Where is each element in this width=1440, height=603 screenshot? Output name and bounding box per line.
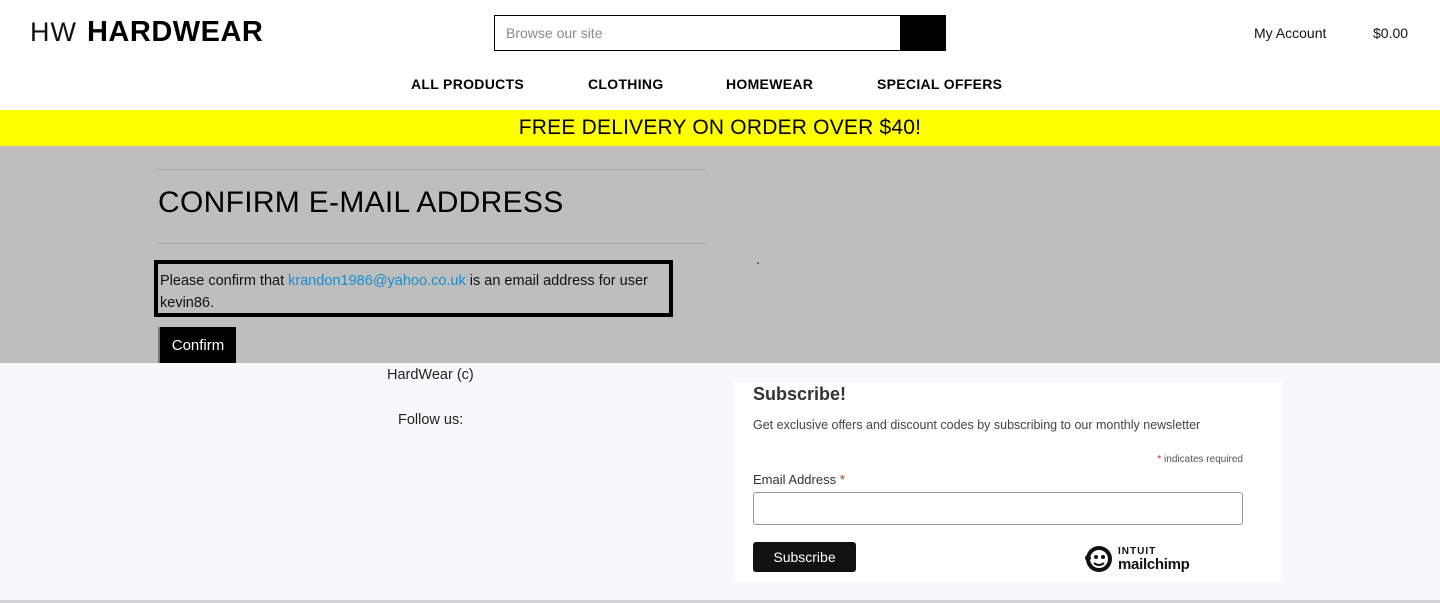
site-header: HW HARDWEAR My Account $0.00 ALL PRODUCT… <box>0 0 1440 110</box>
cart-total-link[interactable]: $0.00 <box>1373 25 1408 41</box>
logo-mark: HW <box>30 17 77 47</box>
nav-item-clothing[interactable]: CLOTHING <box>588 76 664 92</box>
copyright-text: HardWear (c) <box>387 367 474 383</box>
page-title: CONFIRM E-MAIL ADDRESS <box>158 186 564 219</box>
required-note-text: indicates required <box>1161 454 1243 465</box>
subscribe-button[interactable]: Subscribe <box>753 542 856 572</box>
email-label: Email Address * <box>753 472 845 487</box>
email-link[interactable]: krandon1986@yahoo.co.uk <box>288 273 466 289</box>
search-button[interactable] <box>900 15 946 51</box>
mailchimp-icon <box>1085 546 1112 572</box>
site-footer: HardWear (c) Follow us: Subscribe! Get e… <box>0 363 1440 603</box>
nav-item-homewear[interactable]: HOMEWEAR <box>726 76 813 92</box>
mailchimp-wordmark: INTUIT mailchimp <box>1118 545 1190 573</box>
newsletter-signup: Subscribe! Get exclusive offers and disc… <box>734 382 1282 582</box>
mailchimp-badge[interactable]: INTUIT mailchimp <box>1084 542 1190 576</box>
search-bar <box>494 15 946 51</box>
message-prefix: Please confirm that <box>160 273 289 289</box>
promo-banner: FREE DELIVERY ON ORDER OVER $40! <box>0 110 1440 146</box>
mailchimp-text: mailchimp <box>1118 555 1190 573</box>
search-input[interactable] <box>494 15 900 51</box>
divider-top <box>157 169 706 170</box>
required-note: * indicates required <box>1157 454 1243 465</box>
email-label-text: Email Address <box>753 472 840 487</box>
stray-dot: . <box>756 251 760 267</box>
divider-bottom <box>157 243 706 244</box>
subscribe-title: Subscribe! <box>753 384 847 404</box>
nav-item-all-products[interactable]: ALL PRODUCTS <box>411 76 524 92</box>
email-required-star: * <box>839 472 845 487</box>
main-nav: ALL PRODUCTS CLOTHING HOMEWEAR SPECIAL O… <box>0 76 1440 96</box>
follow-us-label: Follow us: <box>398 412 464 428</box>
confirm-message: Please confirm that krandon1986@yahoo.co… <box>154 260 673 317</box>
site-logo[interactable]: HW HARDWEAR <box>30 16 263 50</box>
subscribe-description: Get exclusive offers and discount codes … <box>753 418 1201 432</box>
main-content: CONFIRM E-MAIL ADDRESS Please confirm th… <box>0 146 1440 363</box>
email-field[interactable] <box>753 492 1243 525</box>
logo-name: HARDWEAR <box>86 16 264 48</box>
nav-item-special-offers[interactable]: SPECIAL OFFERS <box>877 76 1002 92</box>
intuit-text: INTUIT <box>1118 545 1157 557</box>
confirm-button[interactable]: Confirm <box>158 327 236 363</box>
my-account-link[interactable]: My Account <box>1254 25 1326 41</box>
